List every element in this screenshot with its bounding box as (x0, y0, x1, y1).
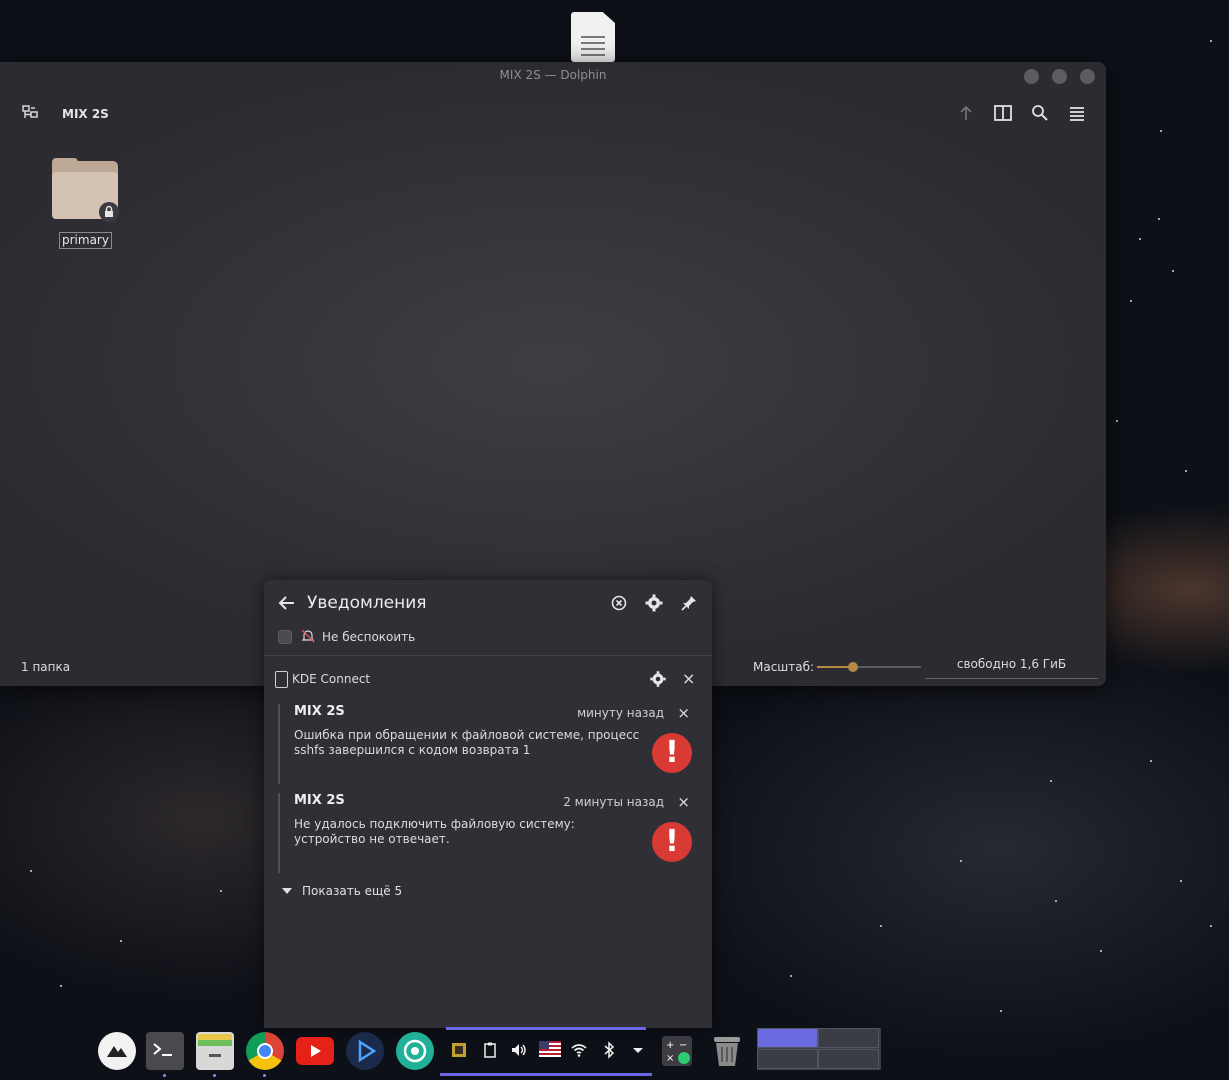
svg-text:×: × (666, 1053, 674, 1064)
running-indicator (263, 1074, 266, 1077)
notifications-title: Уведомления (307, 593, 427, 613)
close-button[interactable] (1080, 69, 1095, 84)
notification-item[interactable]: MIX 2S минуту назад × Ошибка при обращен… (278, 704, 704, 784)
do-not-disturb-label[interactable]: Не беспокоить (322, 630, 415, 644)
cpu-monitor-icon[interactable] (450, 1041, 468, 1059)
lock-icon (99, 202, 119, 222)
close-icon[interactable]: × (677, 793, 690, 811)
us-flag-icon[interactable] (539, 1041, 561, 1059)
app-group-close-icon[interactable]: × (682, 669, 696, 689)
desktop-1[interactable] (757, 1028, 818, 1048)
free-space-indicator[interactable]: свободно 1,6 ГиБ (925, 652, 1098, 679)
calculator-icon[interactable]: + − × (662, 1036, 692, 1066)
divider (264, 655, 712, 656)
notification-body: Не удалось подключить файловую систему: … (294, 817, 575, 846)
running-indicator (213, 1074, 216, 1077)
error-icon: ! (652, 822, 692, 862)
expand-arrow-icon[interactable] (282, 888, 292, 894)
status-folder-count: 1 папка (21, 660, 71, 674)
clipboard-icon[interactable] (481, 1041, 499, 1059)
document-icon[interactable] (571, 12, 615, 62)
title-bar[interactable]: MIX 2S — Dolphin (0, 62, 1106, 90)
file-manager-icon[interactable] (196, 1032, 234, 1070)
launcher-icon[interactable] (98, 1032, 136, 1070)
app-settings-gear-icon[interactable] (648, 669, 668, 689)
search-icon[interactable] (1029, 102, 1051, 124)
back-arrow-icon[interactable] (276, 592, 298, 614)
virtual-desktop-pager[interactable] (757, 1028, 881, 1070)
minimize-button[interactable] (1024, 69, 1039, 84)
tray-active-indicator (440, 1073, 652, 1076)
error-icon: ! (652, 733, 692, 773)
maximize-button[interactable] (1052, 69, 1067, 84)
terminal-icon[interactable] (146, 1032, 184, 1070)
kde-connect-icon (275, 671, 288, 688)
bluetooth-icon[interactable] (600, 1041, 618, 1059)
desktop-3[interactable] (757, 1049, 818, 1069)
notification-title: MIX 2S (294, 793, 345, 808)
notification-body: Ошибка при обращении к файловой системе,… (294, 728, 640, 757)
show-more-button[interactable]: Показать ещё 5 (302, 884, 402, 898)
gear-icon[interactable] (643, 592, 665, 614)
split-view-icon[interactable] (992, 102, 1014, 124)
desktop-2[interactable] (818, 1028, 879, 1048)
svg-text:+: + (666, 1040, 674, 1051)
zoom-slider-handle[interactable] (848, 662, 858, 672)
notification-time: 2 минуты назад (563, 795, 664, 809)
do-not-disturb-checkbox[interactable] (278, 630, 292, 644)
app-group-name: KDE Connect (292, 672, 371, 686)
zoom-label: Масштаб: (753, 660, 815, 674)
running-indicator (163, 1074, 166, 1077)
wifi-icon[interactable] (570, 1041, 588, 1059)
window-title: MIX 2S — Dolphin (499, 68, 607, 82)
trash-icon[interactable] (708, 1032, 746, 1070)
close-icon[interactable]: × (677, 704, 690, 722)
desktop-4[interactable] (818, 1049, 879, 1069)
clear-history-icon[interactable] (608, 592, 630, 614)
media-player-icon[interactable] (346, 1032, 384, 1070)
youtube-icon[interactable] (296, 1037, 334, 1065)
breadcrumb[interactable]: MIX 2S (62, 107, 109, 121)
folder-label[interactable]: primary (59, 232, 112, 249)
svg-text:−: − (679, 1040, 687, 1051)
tray-expand-icon[interactable] (629, 1041, 647, 1059)
volume-icon[interactable] (510, 1041, 528, 1059)
up-arrow-icon[interactable] (955, 102, 977, 124)
pin-icon[interactable] (678, 592, 700, 614)
notification-time: минуту назад (577, 706, 664, 720)
notifications-popup: Уведомления Не беспокоить KDE Connect × … (264, 580, 712, 1028)
chrome-icon[interactable] (246, 1032, 284, 1070)
hamburger-menu-icon[interactable] (1066, 102, 1088, 124)
places-panel-icon[interactable] (20, 102, 42, 124)
notification-title: MIX 2S (294, 704, 345, 719)
zoom-slider[interactable] (817, 662, 921, 672)
folder-item[interactable] (50, 158, 120, 224)
tray-active-indicator (446, 1027, 646, 1030)
bell-muted-icon (300, 628, 316, 644)
aperture-icon[interactable] (396, 1032, 434, 1070)
notification-item[interactable]: MIX 2S 2 минуты назад × Не удалось подкл… (278, 793, 704, 873)
